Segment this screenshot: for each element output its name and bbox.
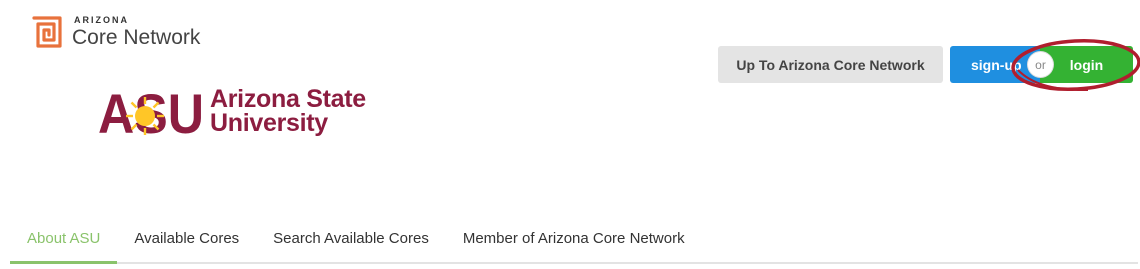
up-to-core-network-button[interactable]: Up To Arizona Core Network xyxy=(718,46,943,83)
tab-available-cores[interactable]: Available Cores xyxy=(117,218,256,262)
or-separator: or xyxy=(1028,52,1053,77)
tab-member-of-network[interactable]: Member of Arizona Core Network xyxy=(446,218,702,262)
tab-search-available-cores[interactable]: Search Available Cores xyxy=(256,218,446,262)
core-network-logo[interactable]: ARIZONA Core Network xyxy=(30,12,200,52)
brand-small-text: ARIZONA xyxy=(74,15,129,25)
spiral-logo-icon xyxy=(32,16,62,48)
asu-name-line2: University xyxy=(210,109,328,137)
main-nav: About ASU Available Cores Search Availab… xyxy=(10,218,1138,264)
asu-sunburst-logo-icon: ASU xyxy=(98,86,204,138)
tab-about-asu[interactable]: About ASU xyxy=(10,218,118,264)
asu-logo[interactable]: ASU Arizona State University xyxy=(98,86,366,138)
brand-name: Core Network xyxy=(72,26,201,49)
login-button[interactable]: login xyxy=(1040,46,1133,83)
